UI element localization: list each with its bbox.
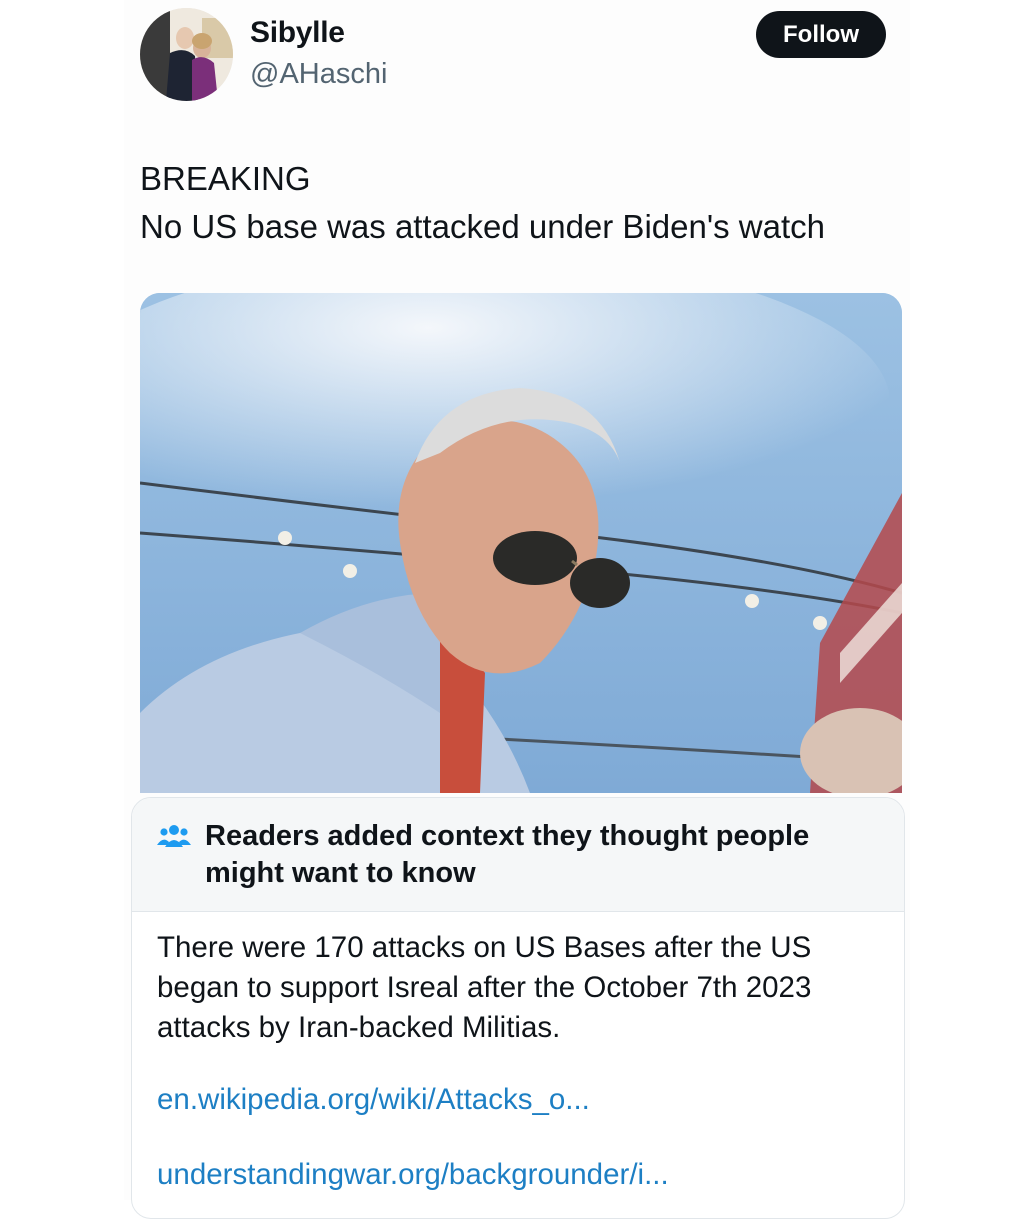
community-note-body-line: attacks by Iran-backed Militias. (157, 1011, 561, 1044)
community-note: Readers added context they thought peopl… (131, 797, 905, 1219)
community-note-header: Readers added context they thought peopl… (132, 798, 904, 912)
community-note-title: Readers added context they thought peopl… (205, 820, 810, 889)
author-display-name[interactable]: Sibylle (250, 16, 345, 50)
tweet-text: BREAKING No US base was attacked under B… (140, 155, 900, 251)
avatar-photo (140, 8, 233, 101)
avatar[interactable] (140, 8, 233, 101)
tweet-media-image[interactable] (140, 293, 902, 793)
follow-button[interactable]: Follow (756, 11, 886, 58)
photo-man-sunglasses (140, 293, 902, 793)
source-link-wikipedia[interactable]: en.wikipedia.org/wiki/Attacks_o... (157, 1083, 590, 1117)
community-note-body-line: began to support Isreal after the Octobe… (157, 971, 812, 1004)
community-note-body: There were 170 attacks on US Bases after… (157, 928, 897, 1048)
author-handle[interactable]: @AHaschi (250, 58, 387, 91)
source-link-understandingwar[interactable]: understandingwar.org/backgrounder/i... (157, 1158, 669, 1192)
community-note-body-line: There were 170 attacks on US Bases after… (157, 931, 812, 964)
tweet-text-line: No US base was attacked under Biden's wa… (140, 208, 826, 245)
tweet-text-line: BREAKING (140, 160, 311, 197)
people-icon (157, 825, 191, 847)
